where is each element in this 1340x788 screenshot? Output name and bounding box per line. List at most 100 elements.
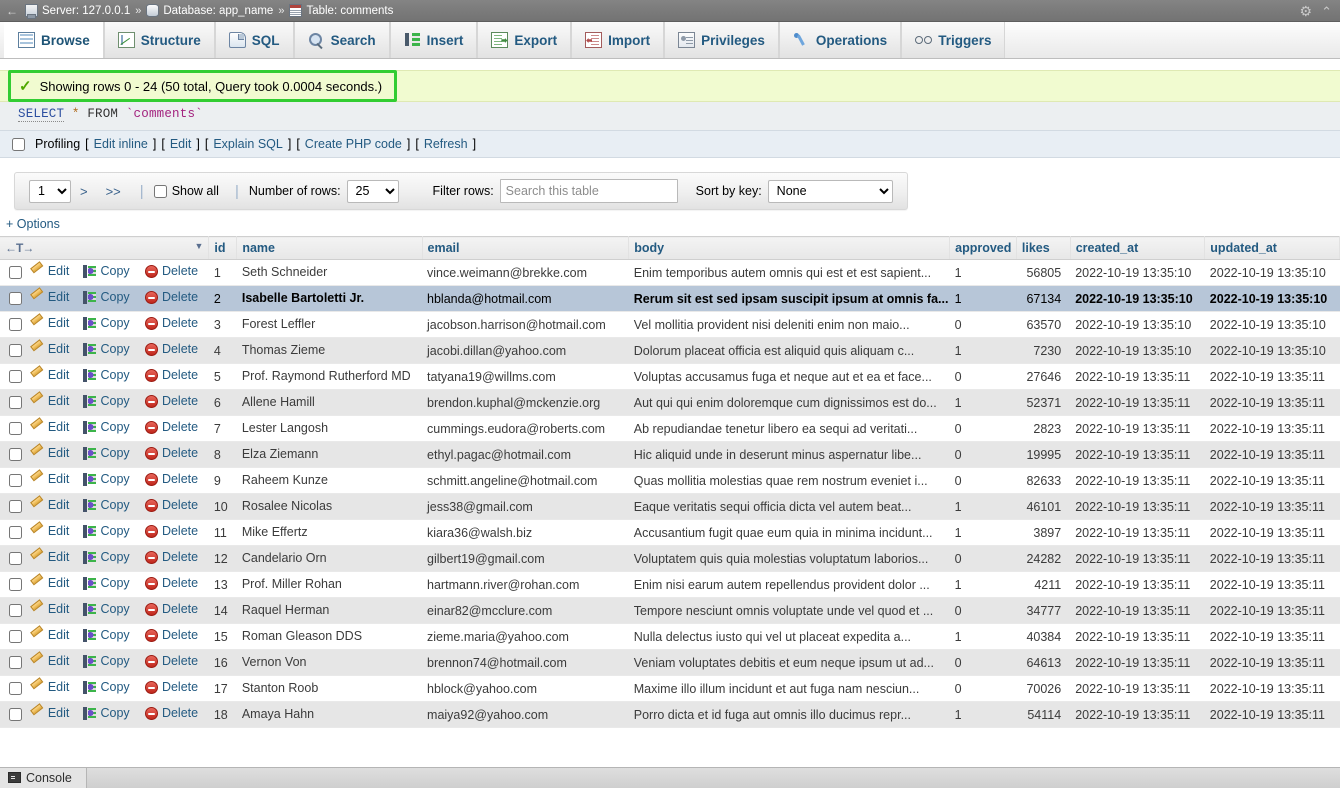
edit-row-link[interactable]: Edit <box>31 498 70 512</box>
edit-row-link[interactable]: Edit <box>31 680 70 694</box>
breadcrumb-database[interactable]: Database: app_name <box>146 4 273 17</box>
edit-row-link[interactable]: Edit <box>31 550 70 564</box>
row-checkbox[interactable] <box>9 292 22 305</box>
delete-row-link[interactable]: Delete <box>145 290 198 304</box>
delete-row-link[interactable]: Delete <box>145 368 198 382</box>
row-edit-cell[interactable]: Edit <box>26 598 78 624</box>
column-header-id[interactable]: id <box>209 237 237 260</box>
row-edit-cell[interactable]: Edit <box>26 416 78 442</box>
table-row[interactable]: EditCopyDelete8Elza Ziemannethyl.pagac@h… <box>0 442 1340 468</box>
row-delete-cell[interactable]: Delete <box>140 416 209 442</box>
sort-direction-header[interactable]: ←T→ ▼ <box>0 237 209 260</box>
delete-row-link[interactable]: Delete <box>145 316 198 330</box>
table-row[interactable]: EditCopyDelete13Prof. Miller Rohanhartma… <box>0 572 1340 598</box>
row-copy-cell[interactable]: Copy <box>78 416 140 442</box>
delete-row-link[interactable]: Delete <box>145 394 198 408</box>
edit-row-link[interactable]: Edit <box>31 316 70 330</box>
row-select-cell[interactable] <box>0 624 26 650</box>
row-copy-cell[interactable]: Copy <box>78 442 140 468</box>
row-copy-cell[interactable]: Copy <box>78 546 140 572</box>
edit-row-link[interactable]: Edit <box>31 628 70 642</box>
copy-row-link[interactable]: Copy <box>83 706 130 720</box>
delete-row-link[interactable]: Delete <box>145 654 198 668</box>
copy-row-link[interactable]: Copy <box>83 576 130 590</box>
edit-row-link[interactable]: Edit <box>31 290 70 304</box>
edit-row-link[interactable]: Edit <box>31 394 70 408</box>
column-header-approved[interactable]: approved <box>950 237 1017 260</box>
copy-row-link[interactable]: Copy <box>83 472 130 486</box>
row-edit-cell[interactable]: Edit <box>26 364 78 390</box>
show-all-checkbox[interactable] <box>154 185 167 198</box>
delete-row-link[interactable]: Delete <box>145 680 198 694</box>
tab-export[interactable]: Export <box>477 22 571 58</box>
back-arrow-icon[interactable]: ← <box>4 4 25 18</box>
results-table-scroll[interactable]: ←T→ ▼ id name email body approved likes … <box>0 236 1340 746</box>
delete-row-link[interactable]: Delete <box>145 706 198 720</box>
row-select-cell[interactable] <box>0 312 26 338</box>
row-select-cell[interactable] <box>0 520 26 546</box>
row-select-cell[interactable] <box>0 650 26 676</box>
tab-sql[interactable]: SQL <box>215 22 294 58</box>
row-delete-cell[interactable]: Delete <box>140 624 209 650</box>
edit-row-link[interactable]: Edit <box>31 472 70 486</box>
row-edit-cell[interactable]: Edit <box>26 650 78 676</box>
row-checkbox[interactable] <box>9 708 22 721</box>
row-delete-cell[interactable]: Delete <box>140 520 209 546</box>
column-header-body[interactable]: body <box>629 237 950 260</box>
delete-row-link[interactable]: Delete <box>145 498 198 512</box>
row-copy-cell[interactable]: Copy <box>78 650 140 676</box>
row-checkbox[interactable] <box>9 318 22 331</box>
row-select-cell[interactable] <box>0 572 26 598</box>
row-edit-cell[interactable]: Edit <box>26 442 78 468</box>
row-edit-cell[interactable]: Edit <box>26 702 78 728</box>
table-row[interactable]: EditCopyDelete9Raheem Kunzeschmitt.angel… <box>0 468 1340 494</box>
copy-row-link[interactable]: Copy <box>83 420 130 434</box>
copy-row-link[interactable]: Copy <box>83 342 130 356</box>
row-copy-cell[interactable]: Copy <box>78 598 140 624</box>
table-row[interactable]: EditCopyDelete14Raquel Hermaneinar82@mcc… <box>0 598 1340 624</box>
delete-row-link[interactable]: Delete <box>145 550 198 564</box>
row-checkbox[interactable] <box>9 448 22 461</box>
row-edit-cell[interactable]: Edit <box>26 494 78 520</box>
copy-row-link[interactable]: Copy <box>83 628 130 642</box>
table-row[interactable]: EditCopyDelete1Seth Schneidervince.weima… <box>0 260 1340 286</box>
gear-icon[interactable]: ⚙ <box>1300 4 1313 18</box>
row-copy-cell[interactable]: Copy <box>78 468 140 494</box>
row-copy-cell[interactable]: Copy <box>78 624 140 650</box>
column-header-updated-at[interactable]: updated_at <box>1205 237 1340 260</box>
row-checkbox[interactable] <box>9 396 22 409</box>
row-checkbox[interactable] <box>9 552 22 565</box>
refresh-link[interactable]: Refresh <box>424 137 468 151</box>
collapse-icon[interactable]: ⌃ <box>1321 5 1332 18</box>
copy-row-link[interactable]: Copy <box>83 446 130 460</box>
row-select-cell[interactable] <box>0 494 26 520</box>
table-row[interactable]: EditCopyDelete2Isabelle Bartoletti Jr.hb… <box>0 286 1340 312</box>
row-copy-cell[interactable]: Copy <box>78 260 140 286</box>
row-edit-cell[interactable]: Edit <box>26 260 78 286</box>
row-checkbox[interactable] <box>9 578 22 591</box>
copy-row-link[interactable]: Copy <box>83 680 130 694</box>
copy-row-link[interactable]: Copy <box>83 368 130 382</box>
edit-row-link[interactable]: Edit <box>31 524 70 538</box>
edit-row-link[interactable]: Edit <box>31 602 70 616</box>
row-delete-cell[interactable]: Delete <box>140 546 209 572</box>
tab-browse[interactable]: Browse <box>4 22 104 58</box>
create-php-code-link[interactable]: Create PHP code <box>305 137 402 151</box>
row-checkbox[interactable] <box>9 526 22 539</box>
delete-row-link[interactable]: Delete <box>145 602 198 616</box>
table-row[interactable]: EditCopyDelete6Allene Hamillbrendon.kuph… <box>0 390 1340 416</box>
tab-operations[interactable]: Operations <box>779 22 901 58</box>
row-select-cell[interactable] <box>0 442 26 468</box>
row-checkbox[interactable] <box>9 266 22 279</box>
row-checkbox[interactable] <box>9 682 22 695</box>
column-header-email[interactable]: email <box>422 237 629 260</box>
row-select-cell[interactable] <box>0 260 26 286</box>
row-select-cell[interactable] <box>0 598 26 624</box>
copy-row-link[interactable]: Copy <box>83 394 130 408</box>
row-copy-cell[interactable]: Copy <box>78 286 140 312</box>
delete-row-link[interactable]: Delete <box>145 576 198 590</box>
row-copy-cell[interactable]: Copy <box>78 676 140 702</box>
column-header-created-at[interactable]: created_at <box>1070 237 1205 260</box>
table-row[interactable]: EditCopyDelete17Stanton Roobhblock@yahoo… <box>0 676 1340 702</box>
row-select-cell[interactable] <box>0 676 26 702</box>
